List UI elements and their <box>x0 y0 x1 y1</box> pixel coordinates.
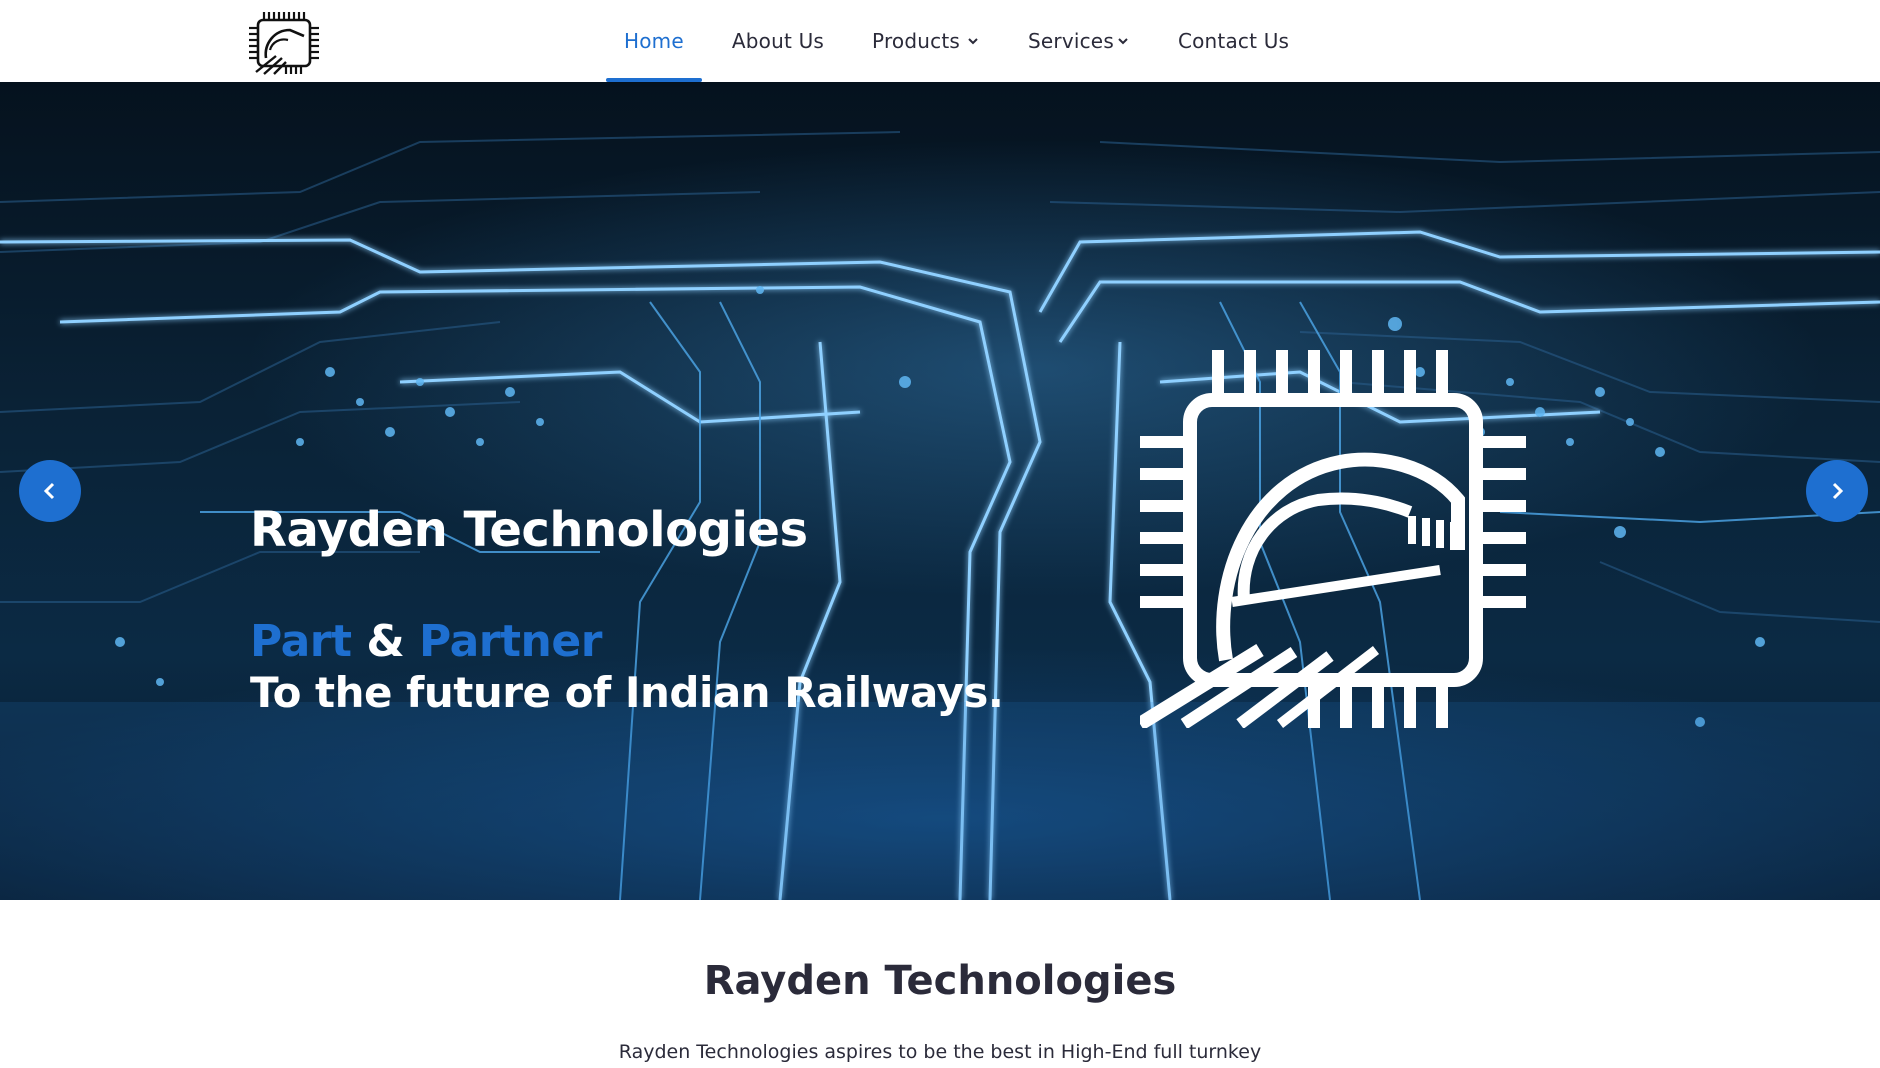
nav-contact-us[interactable]: Contact Us <box>1154 0 1313 82</box>
chip-train-logo-icon <box>1140 350 1526 728</box>
nav-contact-us-label: Contact Us <box>1177 29 1290 53</box>
nav-products-label: Products <box>872 29 960 53</box>
navbar: Home About Us Products Services Contact … <box>0 0 1880 82</box>
nav-home-label: Home <box>624 29 684 53</box>
circuit-board-background <box>0 131 1880 900</box>
hero-slider: Rayden Technologies Part & Partner To th… <box>0 82 1880 900</box>
main-nav: Home About Us Products Services Contact … <box>600 0 1313 82</box>
hero-tag-amp: & <box>366 616 405 667</box>
carousel-prev-button[interactable] <box>19 460 81 522</box>
chevron-down-icon <box>968 38 978 45</box>
nav-home[interactable]: Home <box>600 0 708 82</box>
nav-about-us[interactable]: About Us <box>708 0 848 82</box>
hero-tag-partner: Partner <box>419 616 602 667</box>
hero-tag-part: Part <box>250 616 352 667</box>
hero-tagline: Part & Partner <box>250 616 602 667</box>
nav-about-us-label: About Us <box>731 29 825 53</box>
about-title: Rayden Technologies <box>703 958 1177 1004</box>
nav-services[interactable]: Services <box>1004 0 1154 82</box>
about-text: Rayden Technologies aspires to be the be… <box>618 1041 1262 1063</box>
nav-products[interactable]: Products <box>848 0 1004 82</box>
chevron-down-icon <box>1118 38 1128 45</box>
chevron-left-icon <box>43 482 55 500</box>
carousel-next-button[interactable] <box>1806 460 1868 522</box>
chip-train-logo-icon <box>249 12 319 75</box>
hero-title: Rayden Technologies <box>250 502 808 558</box>
chevron-right-icon <box>1832 482 1844 500</box>
nav-services-label: Services <box>1028 29 1114 53</box>
hero-subtitle: To the future of Indian Railways. <box>250 668 1004 717</box>
site-logo[interactable] <box>246 10 322 76</box>
